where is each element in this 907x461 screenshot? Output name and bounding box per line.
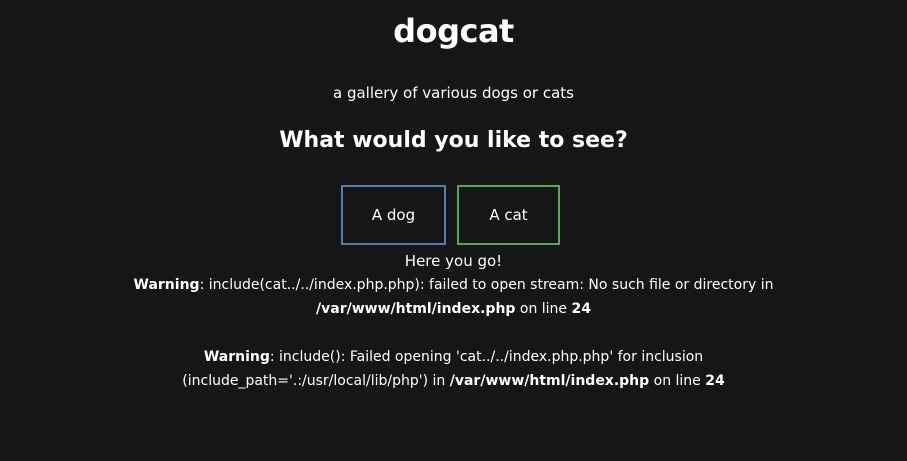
warning-line-suffix: on line [649, 373, 706, 389]
selection-prompt: What would you like to see? [279, 128, 628, 153]
warning-file-path: /var/www/html/index.php [449, 373, 650, 389]
warning-line-number: 24 [571, 301, 591, 317]
warning-line-suffix: on line [515, 301, 572, 317]
choice-buttons: A dog A cat [341, 185, 560, 245]
php-warning-2: Warning: include(): Failed opening 'cat.… [90, 345, 817, 393]
site-tagline: a gallery of various dogs or cats [333, 84, 574, 102]
warning-message: : include(cat../../index.php.php): faile… [199, 277, 774, 293]
result-text: Here you go! [404, 252, 503, 270]
warning-label: Warning [203, 349, 270, 365]
site-title: dogcat [393, 12, 514, 50]
warning-label: Warning [133, 277, 200, 293]
warning-file-path: /var/www/html/index.php [316, 301, 516, 317]
cat-button[interactable]: A cat [457, 185, 560, 245]
php-warning-1: Warning: include(cat../../index.php.php)… [40, 273, 867, 321]
dog-button[interactable]: A dog [341, 185, 446, 245]
warning-line-number: 24 [705, 373, 725, 389]
